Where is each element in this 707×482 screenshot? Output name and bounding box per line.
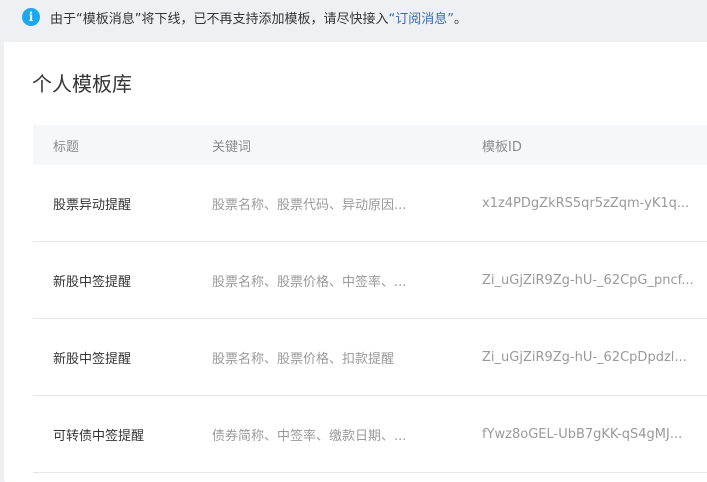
info-icon: i [22, 8, 40, 26]
row-template-id: x1z4PDgZkRS5qr5zZqm-yK1q... [482, 195, 690, 211]
row-template-id: fYwz8oGEL-UbB7gKK-qS4gMJ... [482, 426, 683, 442]
table-row[interactable]: 新股中签提醒 股票名称、股票价格、中签率、... Zi_uGjZiR9Zg-hU… [33, 242, 707, 319]
row-title: 股票异动提醒 [53, 197, 132, 213]
subscribe-message-link[interactable]: “订阅消息” [388, 8, 453, 27]
row-template-id: Zi_uGjZiR9Zg-hU-_62CpG_pncf... [482, 272, 694, 288]
table-row[interactable]: 新股中签提醒 股票名称、股票价格、扣款提醒 Zi_uGjZiR9Zg-hU-_6… [33, 319, 707, 396]
header-keywords: 关键词 [212, 139, 252, 155]
page-title: 个人模板库 [32, 72, 132, 96]
table-row[interactable]: 股票异动提醒 股票名称、股票代码、异动原因... x1z4PDgZkRS5qr5… [33, 165, 707, 242]
row-template-id: Zi_uGjZiR9Zg-hU-_62CpDpdzl... [482, 349, 687, 365]
template-library-card: 个人模板库 标题 关键词 模板ID 股票异动提醒 股票名称、股票代码、异动原因.… [4, 42, 707, 482]
header-template-id: 模板ID [482, 139, 522, 155]
notice-period: 。 [453, 11, 467, 27]
table-row[interactable]: 可转债中签提醒 债券简称、中签率、缴款日期、... fYwz8oGEL-UbB7… [33, 396, 707, 473]
row-title: 新股中签提醒 [53, 351, 132, 367]
notice-bar: i 由于“模板消息”将下线，已不再支持添加模板，请尽快接入 “订阅消息” 。 [0, 0, 707, 34]
row-title: 可转债中签提醒 [53, 428, 145, 444]
header-title: 标题 [53, 139, 80, 155]
notice-text: 由于“模板消息”将下线，已不再支持添加模板，请尽快接入 [50, 11, 389, 27]
row-keywords: 债券简称、中签率、缴款日期、... [212, 428, 407, 444]
table-header: 标题 关键词 模板ID [33, 125, 707, 165]
template-table: 标题 关键词 模板ID 股票异动提醒 股票名称、股票代码、异动原因... x1z… [33, 125, 707, 473]
row-keywords: 股票名称、股票价格、中签率、... [212, 274, 407, 290]
row-keywords: 股票名称、股票代码、异动原因... [212, 197, 407, 213]
row-title: 新股中签提醒 [53, 274, 132, 290]
row-keywords: 股票名称、股票价格、扣款提醒 [212, 351, 395, 367]
